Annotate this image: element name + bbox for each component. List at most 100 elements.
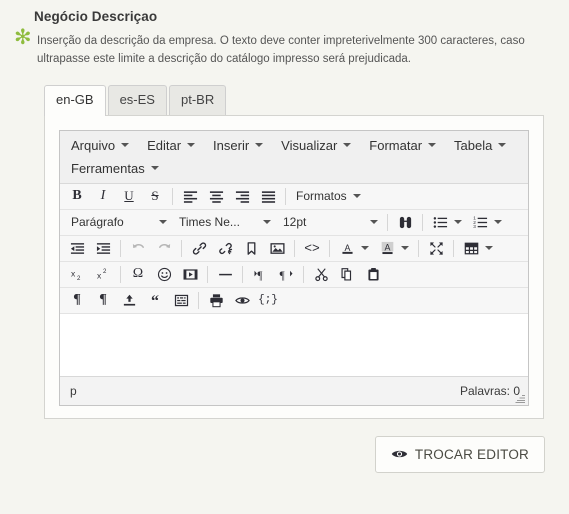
toolbar-separator — [285, 187, 286, 205]
menu-inserir-label: Inserir — [213, 137, 250, 153]
horizontal-rule-button[interactable] — [212, 264, 238, 285]
source-code-button[interactable]: <> — [299, 238, 325, 259]
align-left-icon — [183, 190, 197, 203]
import-icon — [123, 294, 135, 306]
redo-button[interactable] — [151, 238, 177, 259]
text-color-button[interactable]: A — [334, 238, 360, 259]
undo-button[interactable] — [125, 238, 151, 259]
menu-arquivo-label: Arquivo — [71, 137, 116, 153]
editor-toolbar-row-4: x2 x2 Ω ¶ ¶ — [60, 261, 528, 288]
font-family-value: Times Ne... — [179, 215, 240, 230]
language-tabs: en-GB es-ES pt-BR — [44, 84, 559, 116]
menu-ferramentas[interactable]: Ferramentas — [62, 157, 168, 180]
rtl-button[interactable]: ¶ — [273, 264, 299, 285]
menu-tabela-label: Tabela — [454, 137, 493, 153]
menu-arquivo[interactable]: Arquivo — [62, 134, 138, 157]
chevron-down-icon — [255, 143, 264, 148]
background-color-chevron-down-icon[interactable] — [401, 246, 409, 251]
special-character-button[interactable]: Ω — [125, 264, 151, 285]
tinymce-editor: Arquivo Editar Inserir Visualizar Format… — [59, 129, 529, 406]
menu-ferramentas-label: Ferramentas — [71, 160, 145, 176]
tab-es-es[interactable]: es-ES — [107, 84, 167, 115]
resize-handle[interactable] — [515, 393, 526, 404]
image-icon — [269, 242, 285, 254]
editor-toolbar-row-1: B I U S Formatos — [60, 183, 528, 210]
tab-pt-br[interactable]: pt-BR — [168, 84, 227, 115]
paste-as-text-button[interactable]: ¶ — [64, 290, 90, 311]
formats-button[interactable]: Formatos — [290, 186, 367, 207]
cut-button[interactable] — [308, 264, 334, 285]
numbered-list-icon: 123 — [473, 215, 487, 229]
blockquote-button[interactable]: “ — [142, 290, 168, 311]
text-color-chevron-down-icon[interactable] — [361, 246, 369, 251]
template-button[interactable]: {;} — [255, 290, 281, 311]
table-chevron-down-icon[interactable] — [485, 246, 493, 251]
align-center-icon — [209, 190, 223, 203]
toolbar-separator — [422, 213, 423, 231]
align-right-button[interactable] — [229, 186, 255, 207]
media-button[interactable] — [177, 264, 203, 285]
underline-button[interactable]: U — [116, 186, 142, 207]
search-replace-button[interactable] — [392, 212, 418, 233]
tab-en-gb[interactable]: en-GB — [44, 84, 106, 116]
image-button[interactable] — [264, 238, 290, 259]
preview-button[interactable] — [229, 290, 255, 311]
right-to-left-icon: ¶ — [279, 269, 292, 281]
chevron-down-icon — [187, 143, 196, 148]
paragraph-style-value: Parágrafo — [71, 215, 124, 230]
print-button[interactable] — [203, 290, 229, 311]
menu-visualizar[interactable]: Visualizar — [272, 134, 360, 157]
visual-characters-button[interactable] — [168, 290, 194, 311]
menu-tabela[interactable]: Tabela — [445, 134, 515, 157]
required-asterisk: ✻ — [14, 26, 32, 49]
align-center-button[interactable] — [203, 186, 229, 207]
chevron-down-icon — [498, 143, 507, 148]
eye-icon — [391, 450, 408, 458]
trocar-editor-button[interactable]: TROCAR EDITOR — [374, 435, 545, 473]
link-button[interactable] — [186, 238, 212, 259]
paste-button[interactable] — [360, 264, 386, 285]
svg-text:¶: ¶ — [257, 269, 262, 281]
background-color-button[interactable]: A — [374, 238, 400, 259]
subscript-button[interactable]: x2 — [64, 264, 90, 285]
toolbar-separator — [172, 187, 173, 205]
align-justify-button[interactable] — [255, 186, 281, 207]
italic-button[interactable]: I — [90, 186, 116, 207]
menu-editar[interactable]: Editar — [138, 134, 204, 157]
indent-button[interactable] — [90, 238, 116, 259]
editor-content-area[interactable] — [60, 313, 528, 377]
editor-statusbar: p Palavras: 0 — [60, 376, 528, 405]
outdent-button[interactable] — [64, 238, 90, 259]
menu-formatar[interactable]: Formatar — [360, 134, 445, 157]
bullet-list-button[interactable] — [427, 212, 453, 233]
word-count: Palavras: 0 — [459, 383, 520, 398]
anchor-button[interactable] — [238, 238, 264, 259]
import-button[interactable] — [116, 290, 142, 311]
unlink-button[interactable] — [212, 238, 238, 259]
footer-actions: TROCAR EDITOR — [10, 435, 545, 473]
bold-button[interactable]: B — [64, 186, 90, 207]
numbered-list-button[interactable]: 123 — [467, 212, 493, 233]
numbered-list-chevron-down-icon[interactable] — [494, 220, 502, 225]
redo-icon — [158, 243, 170, 248]
table-button[interactable] — [458, 238, 484, 259]
menu-inserir[interactable]: Inserir — [204, 134, 272, 157]
font-size-select[interactable]: 12pt — [276, 212, 383, 233]
fullscreen-button[interactable] — [423, 238, 449, 259]
toolbar-separator — [294, 239, 295, 257]
paragraph-style-select[interactable]: Parágrafo — [64, 212, 172, 233]
ltr-button[interactable]: ¶ — [247, 264, 273, 285]
emoticons-button[interactable] — [151, 264, 177, 285]
visual-characters-icon — [174, 294, 188, 306]
element-path[interactable]: p — [70, 384, 77, 398]
visual-blocks-button[interactable]: ¶ — [90, 290, 116, 311]
strikethrough-button[interactable]: S — [142, 186, 168, 207]
copy-button[interactable] — [334, 264, 360, 285]
business-description-field: ✻ Negócio Descriçao Inserção da descriçã… — [0, 0, 569, 514]
bullet-list-chevron-down-icon[interactable] — [454, 220, 462, 225]
align-left-button[interactable] — [177, 186, 203, 207]
editor-toolbar-row-2: Parágrafo Times Ne... 12pt 1 2 3 — [60, 209, 528, 236]
superscript-button[interactable]: x2 — [90, 264, 116, 285]
outdent-icon — [70, 242, 84, 254]
font-family-select[interactable]: Times Ne... — [172, 212, 276, 233]
